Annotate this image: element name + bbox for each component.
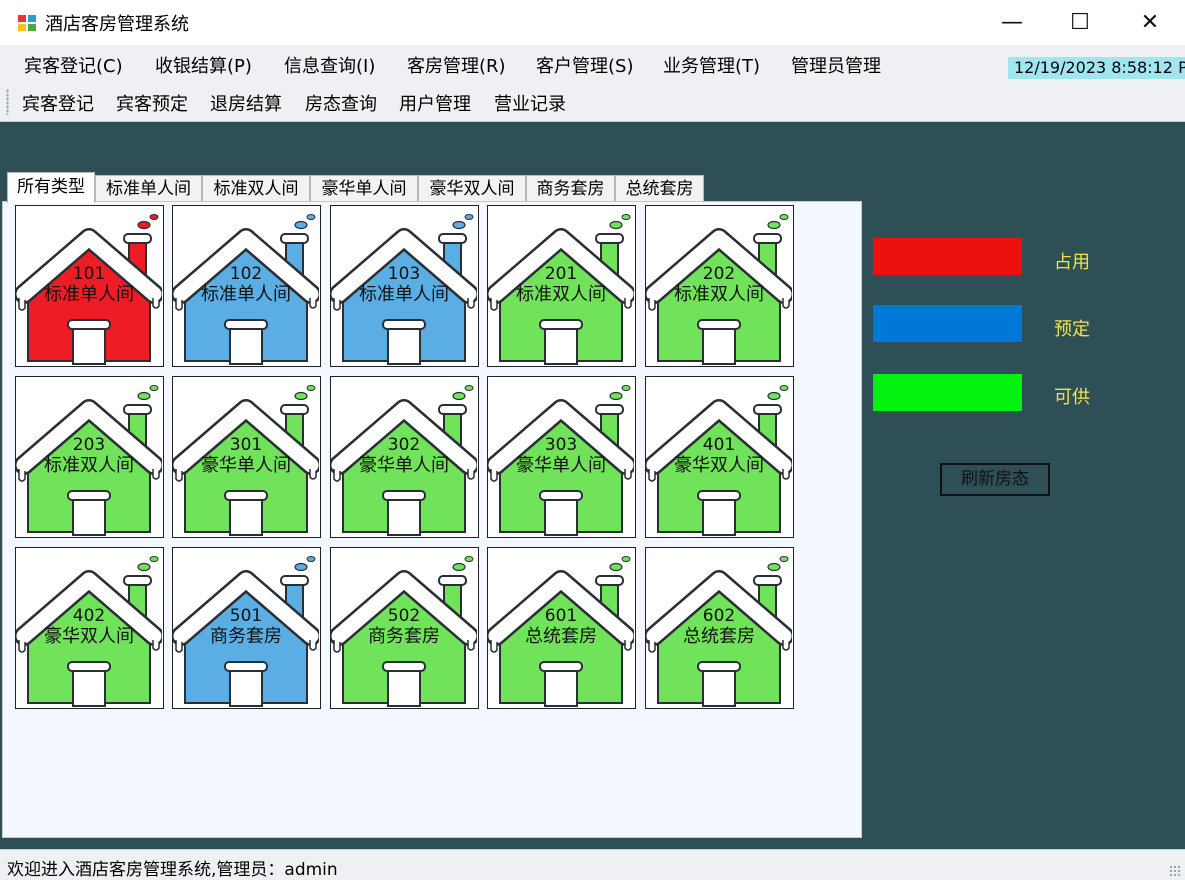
menu-room-mgmt[interactable]: 客房管理(R) xyxy=(405,52,508,78)
room-type: 标准单人间 xyxy=(44,284,134,305)
room-tile[interactable]: 501 商务套房 xyxy=(172,547,321,709)
room-number: 301 xyxy=(229,435,263,455)
room-tile[interactable]: 102 标准单人间 xyxy=(172,205,321,367)
room-number: 202 xyxy=(702,264,736,284)
room-tile[interactable]: 103 标准单人间 xyxy=(330,205,479,367)
room-number: 501 xyxy=(229,606,263,626)
resize-grip-icon[interactable] xyxy=(1169,865,1181,877)
maximize-icon: ☐ xyxy=(1070,10,1090,35)
toolbar-checkout[interactable]: 退房结算 xyxy=(210,90,282,116)
room-type: 标准双人间 xyxy=(674,284,764,305)
room-tile[interactable]: 301 豪华单人间 xyxy=(172,376,321,538)
room-number: 302 xyxy=(387,435,421,455)
legend-reserved-swatch xyxy=(873,305,1022,342)
room-type: 标准双人间 xyxy=(44,455,134,476)
room-tile[interactable]: 201 标准双人间 xyxy=(487,205,636,367)
menu-cashier[interactable]: 收银结算(P) xyxy=(153,52,254,78)
legend-available-label: 可供 xyxy=(1054,387,1090,408)
legend-available-swatch xyxy=(873,374,1022,411)
room-number: 103 xyxy=(387,264,421,284)
tab-standard-single[interactable]: 标准单人间 xyxy=(95,175,202,202)
status-text: 欢迎进入酒店客房管理系统,管理员：admin xyxy=(7,860,338,880)
room-tile[interactable]: 202 标准双人间 xyxy=(645,205,794,367)
room-number: 303 xyxy=(544,435,578,455)
close-button[interactable]: ✕ xyxy=(1115,0,1185,45)
window-title: 酒店客房管理系统 xyxy=(45,14,189,35)
refresh-room-status-button[interactable]: 刷新房态 xyxy=(940,463,1050,496)
room-number: 203 xyxy=(72,435,106,455)
room-tile[interactable]: 602 总统套房 xyxy=(645,547,794,709)
toolbar-user-mgmt[interactable]: 用户管理 xyxy=(399,90,471,116)
tab-business-suite[interactable]: 商务套房 xyxy=(526,175,615,202)
tab-deluxe-double[interactable]: 豪华双人间 xyxy=(418,175,526,202)
toolbar-guest-reserve[interactable]: 宾客预定 xyxy=(116,90,188,116)
menu-customer-mgmt[interactable]: 客户管理(S) xyxy=(534,52,635,78)
app-icon xyxy=(18,15,36,31)
room-tile[interactable]: 101 标准单人间 xyxy=(15,205,164,367)
status-bar: 欢迎进入酒店客房管理系统,管理员：admin xyxy=(0,849,1185,880)
room-type: 豪华双人间 xyxy=(44,626,134,647)
room-tile[interactable]: 402 豪华双人间 xyxy=(15,547,164,709)
maximize-button[interactable]: ☐ xyxy=(1045,0,1115,45)
room-type: 标准单人间 xyxy=(201,284,291,305)
room-number: 502 xyxy=(387,606,421,626)
close-icon: ✕ xyxy=(1140,10,1160,35)
title-bar: 酒店客房管理系统 — ☐ ✕ xyxy=(0,0,1185,45)
room-number: 102 xyxy=(229,264,263,284)
room-type: 标准单人间 xyxy=(359,284,449,305)
room-tile[interactable]: 203 标准双人间 xyxy=(15,376,164,538)
room-type: 豪华单人间 xyxy=(516,455,606,476)
room-type: 豪华单人间 xyxy=(359,455,449,476)
menu-admin-mgmt[interactable]: 管理员管理 xyxy=(789,52,883,78)
room-tile[interactable]: 302 豪华单人间 xyxy=(330,376,479,538)
tab-standard-double[interactable]: 标准双人间 xyxy=(202,175,310,202)
room-tile[interactable]: 401 豪华双人间 xyxy=(645,376,794,538)
minimize-icon: — xyxy=(1001,10,1023,35)
tab-deluxe-single[interactable]: 豪华单人间 xyxy=(310,175,418,202)
room-type: 豪华单人间 xyxy=(201,455,291,476)
menu-business-mgmt[interactable]: 业务管理(T) xyxy=(661,52,762,78)
room-type: 商务套房 xyxy=(210,626,282,647)
room-type: 总统套房 xyxy=(683,626,755,647)
room-number: 201 xyxy=(544,264,578,284)
toolbar-grip[interactable] xyxy=(6,89,9,115)
tab-presidential-suite[interactable]: 总统套房 xyxy=(615,175,704,202)
datetime-display: 12/19/2023 8:58:12 PM xyxy=(1008,57,1185,79)
toolbar-guest-checkin[interactable]: 宾客登记 xyxy=(22,90,94,116)
room-tile[interactable]: 601 总统套房 xyxy=(487,547,636,709)
room-type: 豪华双人间 xyxy=(674,455,764,476)
room-number: 602 xyxy=(702,606,736,626)
room-number: 101 xyxy=(72,264,106,284)
room-number: 402 xyxy=(72,606,106,626)
legend-occupied-swatch xyxy=(873,238,1022,275)
minimize-button[interactable]: — xyxy=(977,0,1047,45)
room-number: 401 xyxy=(702,435,736,455)
room-tile[interactable]: 303 豪华单人间 xyxy=(487,376,636,538)
legend-reserved-label: 预定 xyxy=(1054,319,1090,340)
room-number: 601 xyxy=(544,606,578,626)
menu-info-query[interactable]: 信息查询(I) xyxy=(282,52,377,78)
room-type: 商务套房 xyxy=(368,626,440,647)
menu-guest-checkin[interactable]: 宾客登记(C) xyxy=(22,52,125,78)
legend-occupied-label: 占用 xyxy=(1054,252,1090,273)
room-type: 标准双人间 xyxy=(516,284,606,305)
toolbar: 宾客登记 宾客预定 退房结算 房态查询 用户管理 营业记录 xyxy=(0,85,1185,122)
tab-all-types[interactable]: 所有类型 xyxy=(7,172,95,203)
toolbar-business-log[interactable]: 营业记录 xyxy=(494,90,566,116)
room-tile[interactable]: 502 商务套房 xyxy=(330,547,479,709)
toolbar-room-status[interactable]: 房态查询 xyxy=(305,90,377,116)
room-type: 总统套房 xyxy=(525,626,597,647)
